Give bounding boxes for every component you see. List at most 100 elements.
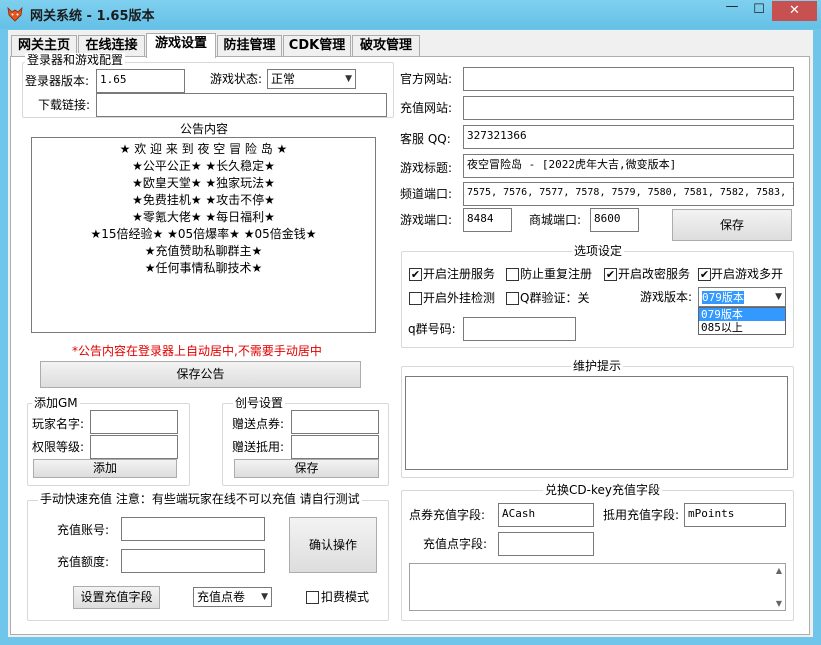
deduct-mode-checkbox[interactable] [306, 591, 319, 604]
maintenance-legend: 维护提示 [571, 359, 624, 373]
game-port-label: 游戏端口: [400, 213, 453, 227]
download-link-input[interactable] [96, 93, 387, 117]
checkbox-duplicate-label: 防止重复注册 [520, 267, 593, 281]
checkbox-password[interactable]: ✔ [604, 268, 617, 281]
voucher-field-input[interactable]: mPoints [684, 503, 786, 527]
tab-crack[interactable]: 破攻管理 [352, 35, 420, 56]
confirm-operation-button[interactable]: 确认操作 [289, 517, 377, 573]
game-title-input[interactable]: 夜空冒险岛 - [2022虎年大吉,微变版本] [463, 154, 794, 178]
checkbox-cheat-detect-label: 开启外挂检测 [423, 291, 496, 305]
checkbox-register-label: 开启注册服务 [423, 267, 496, 281]
recharge-account-input[interactable] [121, 517, 265, 541]
checkbox-multi-open-label: 开启游戏多开 [711, 267, 784, 281]
maximize-button[interactable]: ☐ [746, 1, 772, 21]
add-gm-legend: 添加GM [32, 396, 80, 410]
download-link-label: 下载链接: [38, 98, 91, 112]
gift-points-label: 赠送点券: [232, 417, 285, 431]
recharge-points-field-label: 充值点字段: [423, 537, 488, 551]
set-recharge-field-button[interactable]: 设置充值字段 [73, 586, 160, 609]
permission-level-input[interactable] [90, 435, 178, 459]
service-qq-input[interactable]: 327321366 [463, 125, 794, 149]
announcement-textarea[interactable]: ★ 欢 迎 来 到 夜 空 冒 险 岛 ★ ★公平公正★ ★长久稳定★ ★欧皇天… [31, 137, 376, 333]
player-name-label: 玩家名字: [32, 417, 85, 431]
checkbox-password-label: 开启改密服务 [618, 267, 691, 281]
dropdown-option[interactable]: 085以上 [699, 321, 785, 334]
announcement-line: ★零氪大佬★ ★每日福利★ [132, 210, 275, 224]
recharge-site-label: 充值网站: [400, 101, 453, 115]
announcement-warning: *公告内容在登录器上自动居中,不需要手动居中 [72, 344, 322, 358]
recharge-site-input[interactable] [463, 96, 794, 120]
close-button[interactable]: ✕ [772, 1, 817, 21]
checkbox-cheat-detect[interactable] [409, 292, 422, 305]
chevron-down-icon: ▼ [775, 292, 782, 302]
save-create-settings-button[interactable]: 保存 [234, 459, 379, 478]
window-title: 网关系统 - 1.65版本 [30, 9, 155, 24]
chevron-down-icon: ▼ [261, 592, 268, 602]
add-gm-button[interactable]: 添加 [33, 459, 177, 478]
scroll-down-icon[interactable]: ▼ [776, 599, 782, 608]
announcement-line: ★免费挂机★ ★攻击不停★ [132, 193, 275, 207]
launcher-version-input[interactable]: 1.65 [96, 69, 185, 93]
announcement-line: ★任何事情私聊技术★ [144, 261, 263, 275]
game-title-label: 游戏标题: [400, 161, 453, 175]
login-config-legend: 登录器和游戏配置 [25, 53, 126, 67]
announcement-line: ★公平公正★ ★长久稳定★ [132, 159, 275, 173]
official-site-input[interactable] [463, 67, 794, 91]
recharge-type-select[interactable]: 充值点卷 ▼ [193, 587, 272, 607]
announcement-line: ★ 欢 迎 来 到 夜 空 冒 险 岛 ★ [119, 142, 288, 156]
game-status-select[interactable]: 正常 ▼ [267, 69, 356, 89]
announcement-label: 公告内容 [180, 122, 229, 136]
tab-cdk[interactable]: CDK管理 [283, 35, 351, 56]
points-field-input[interactable]: ACash [498, 503, 594, 527]
checkbox-register[interactable]: ✔ [409, 268, 422, 281]
official-site-label: 官方网站: [400, 72, 453, 86]
save-announcement-button[interactable]: 保存公告 [40, 361, 361, 388]
game-version-value: 079版本 [702, 291, 744, 304]
service-qq-label: 客服 QQ: [400, 132, 451, 146]
shop-port-label: 商城端口: [529, 213, 582, 227]
game-status-label: 游戏状态: [210, 72, 263, 86]
gift-voucher-label: 赠送抵用: [232, 440, 285, 454]
checkbox-multi-open[interactable]: ✔ [698, 268, 711, 281]
recharge-type-value: 充值点卷 [197, 590, 246, 604]
permission-level-label: 权限等级: [32, 440, 85, 454]
manual-recharge-legend: 手动快速充值 注意：有些端玩家在线不可以充值 请自行测试 [38, 492, 362, 506]
gift-voucher-input[interactable] [291, 435, 379, 459]
game-version-dropdown: 079版本 085以上 [698, 307, 786, 335]
announcement-line: ★欧皇天堂★ ★独家玩法★ [132, 176, 275, 190]
qq-group-label: q群号码: [408, 322, 456, 336]
announcement-line: ★15倍经验★ ★05倍爆率★ ★05倍金钱★ [90, 227, 317, 241]
deduct-mode-label: 扣费模式 [321, 590, 370, 604]
minimize-button[interactable]: — [718, 0, 746, 21]
recharge-account-label: 充值账号: [57, 523, 110, 537]
create-settings-legend: 创号设置 [233, 396, 286, 410]
qq-group-input[interactable] [463, 317, 576, 341]
channel-ports-label: 频道端口: [400, 187, 453, 201]
game-status-value: 正常 [271, 72, 296, 86]
scroll-up-icon[interactable]: ▲ [776, 566, 782, 575]
save-settings-button[interactable]: 保存 [672, 209, 792, 241]
shop-port-input[interactable]: 8600 [590, 208, 639, 232]
checkbox-duplicate[interactable] [506, 268, 519, 281]
recharge-amount-label: 充值额度: [57, 555, 110, 569]
maintenance-textarea[interactable] [405, 376, 788, 470]
options-legend: 选项设定 [572, 244, 625, 258]
dropdown-option[interactable]: 079版本 [699, 308, 785, 321]
recharge-points-field-input[interactable] [498, 532, 594, 556]
tab-game-settings[interactable]: 游戏设置 [146, 33, 216, 58]
launcher-version-label: 登录器版本: [25, 74, 90, 88]
recharge-amount-input[interactable] [121, 549, 265, 573]
gift-points-input[interactable] [291, 410, 379, 434]
checkbox-qq-verify[interactable] [506, 292, 519, 305]
channel-ports-input[interactable]: 7575, 7576, 7577, 7578, 7579, 7580, 7581… [463, 182, 794, 206]
game-version-label: 游戏版本: [640, 290, 693, 304]
chevron-down-icon: ▼ [345, 74, 352, 84]
game-port-input[interactable]: 8484 [463, 208, 512, 232]
checkbox-qq-verify-label: Q群验证：关 [520, 291, 590, 305]
tab-anti-cheat[interactable]: 防挂管理 [217, 35, 282, 56]
cdkey-textarea[interactable]: ▲ ▼ [409, 563, 786, 611]
cdkey-legend: 兑换CD-key充值字段 [543, 483, 662, 497]
game-version-select[interactable]: 079版本 ▼ [698, 287, 786, 307]
voucher-field-label: 抵用充值字段: [603, 508, 680, 522]
player-name-input[interactable] [90, 410, 178, 434]
